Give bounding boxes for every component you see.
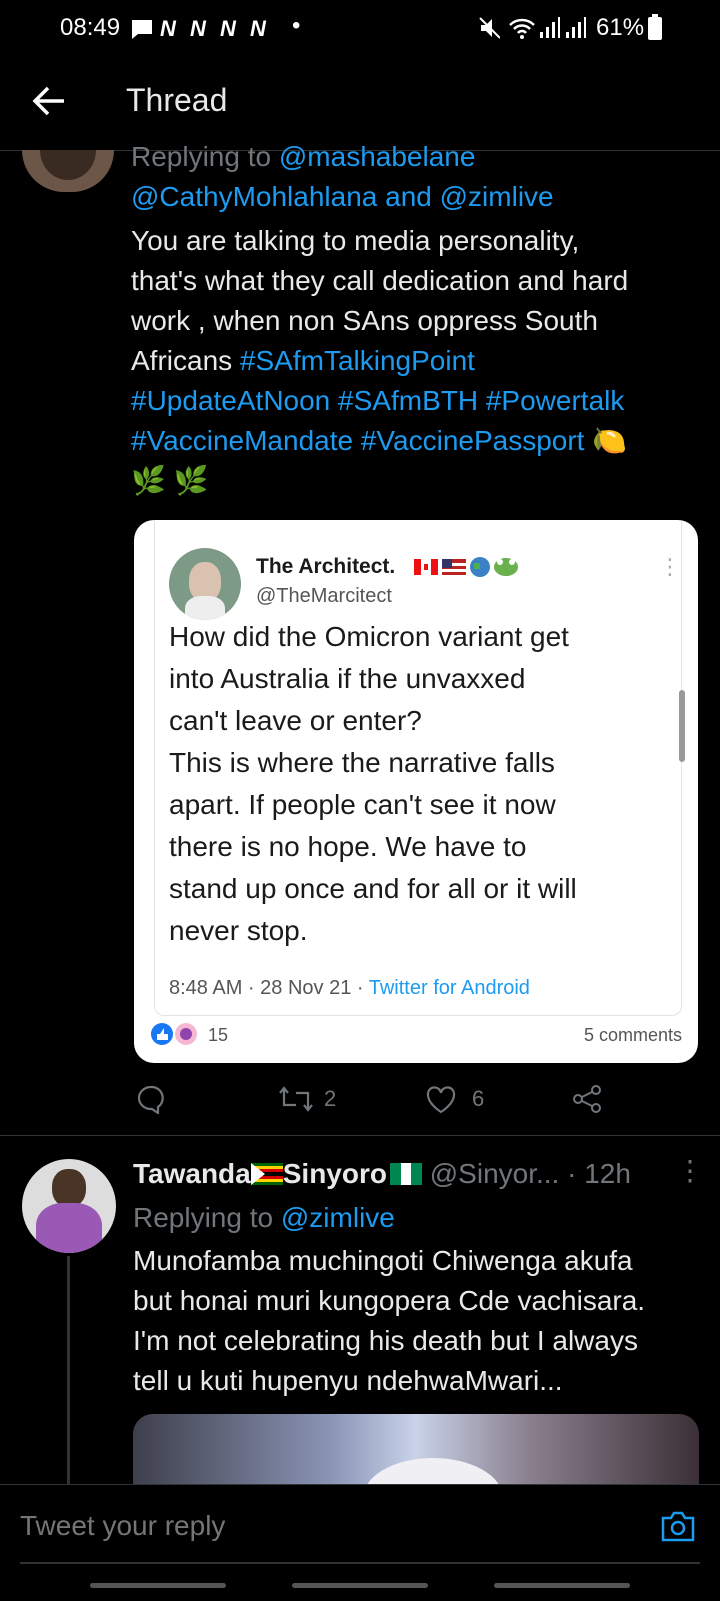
tweet-line-text: Africans [131, 345, 233, 376]
tweet-time: · 12h [567, 1158, 631, 1189]
author-handle[interactable]: @Sinyor... [430, 1158, 560, 1189]
share-icon[interactable] [572, 1084, 602, 1114]
embed-tweet-text: How did the Omicron variant get into Aus… [169, 616, 679, 952]
camera-icon[interactable] [660, 1509, 696, 1543]
avatar[interactable] [22, 1159, 116, 1253]
embed-line: into Australia if the unvaxxed [169, 663, 526, 694]
notification-icon: N [220, 16, 236, 41]
replying-to: Replying to @zimlive [133, 1198, 395, 1238]
mention-and[interactable]: and [385, 181, 432, 212]
tweet-text: You are talking to media personality, th… [131, 221, 701, 501]
tweet-author-line: Tawanda Sinyoro @Sinyor... · 12h [133, 1158, 631, 1190]
tweet-text: Munofamba muchingoti Chiwenga akufa but … [133, 1241, 703, 1401]
replying-to-label: Replying to [131, 141, 272, 172]
zimbabwe-flag-icon [250, 1163, 283, 1185]
mention-link[interactable]: @zimlive [440, 181, 554, 212]
author-name[interactable]: Tawanda [133, 1158, 251, 1189]
tweet-line: You are talking to media personality, [131, 225, 580, 256]
embed-line: stand up once and for all or it will [169, 873, 577, 904]
status-time: 08:49 [60, 14, 121, 41]
mention-link[interactable]: @mashabelane [279, 141, 476, 172]
message-icon [132, 20, 152, 39]
author-name-2[interactable]: Sinyoro [283, 1158, 387, 1189]
notification-icon: N [190, 16, 206, 41]
embed-avatar [169, 548, 241, 620]
thread-line [67, 1256, 70, 1484]
tweet-line: I'm not celebrating his death but I alwa… [133, 1325, 638, 1356]
notification-icon: N [250, 16, 266, 41]
retweet-icon[interactable] [278, 1085, 314, 1113]
mute-icon [479, 17, 500, 39]
back-arrow-icon[interactable] [32, 84, 66, 118]
reaction-icons [151, 1023, 197, 1045]
embed-line: never stop. [169, 915, 308, 946]
signal-icon [540, 17, 560, 38]
hashtag-link[interactable]: #UpdateAtNoon [131, 385, 330, 416]
notification-icon: N [160, 16, 176, 41]
reply-icon[interactable] [136, 1084, 166, 1114]
like-count: 6 [472, 1086, 485, 1111]
hashtag-link[interactable]: #SAfmBTH [338, 385, 478, 416]
embed-author-handle: @TheMarcitect [256, 585, 392, 607]
lemon-emoji: 🍋 [592, 425, 628, 456]
replying-to: Replying to @mashabelane [131, 137, 475, 177]
battery-percentage: 61% [596, 14, 645, 41]
flag-emoji-icons [414, 557, 518, 577]
reply-bar [0, 1484, 720, 1601]
input-underline [20, 1562, 700, 1564]
like-icon[interactable] [426, 1086, 456, 1114]
comment-count: 5 comments [583, 1025, 682, 1045]
replying-to-label: Replying to [133, 1202, 274, 1233]
embed-more-icon: ⋮ [659, 554, 681, 579]
tweet-image[interactable] [133, 1414, 699, 1484]
mention-link[interactable]: @CathyMohlahlana [131, 181, 377, 212]
tweet-line: 🌿 🌿 [131, 465, 209, 496]
nigeria-flag-icon [389, 1163, 422, 1185]
tweet-line: work , when non SAns oppress South [131, 305, 598, 336]
embed-line: apart. If people can't see it now [169, 789, 556, 820]
avatar[interactable] [22, 150, 114, 192]
tweet-line: that's what they call dedication and har… [131, 265, 629, 296]
embed-time: 8:48 AM · 28 Nov 21 · [169, 977, 364, 999]
signal-icon [566, 17, 586, 38]
embed-scrollbar [679, 690, 685, 762]
tweet-line: Munofamba muchingoti Chiwenga akufa [133, 1245, 633, 1276]
divider [0, 1135, 720, 1136]
replying-to-line2: @CathyMohlahlana and @zimlive [131, 177, 554, 217]
nav-gesture-bar [292, 1583, 428, 1588]
tweet-line: Africans #SAfmTalkingPoint [131, 341, 701, 381]
embedded-image-card[interactable]: The Architect. @TheMarcitect ⋮ How did t… [134, 520, 698, 1063]
embedded-tweet: The Architect. @TheMarcitect ⋮ How did t… [154, 520, 682, 1016]
embed-timestamp: 8:48 AM · 28 Nov 21 · Twitter for Androi… [169, 977, 530, 1000]
battery-icon [648, 14, 662, 40]
nav-gesture-bar [90, 1583, 226, 1588]
embed-line: This is where the narrative falls [169, 747, 555, 778]
status-bar: 08:49 N N N N • 61% [0, 0, 720, 56]
tweet-reply-input[interactable] [20, 1503, 620, 1549]
tweet-line: #VaccineMandate #VaccinePassport 🍋 [131, 421, 701, 461]
hashtag-link[interactable]: #Powertalk [486, 385, 625, 416]
tweet-line: #UpdateAtNoon #SAfmBTH #Powertalk [131, 381, 701, 421]
wifi-icon [509, 18, 535, 39]
reaction-count: 15 [208, 1025, 229, 1045]
tweet-line: but honai muri kungopera Cde vachisara. [133, 1285, 646, 1316]
embed-line: can't leave or enter? [169, 705, 422, 736]
more-options-icon[interactable]: ⋮ [676, 1154, 704, 1187]
retweet-count: 2 [324, 1086, 337, 1111]
embed-author-name: The Architect. [256, 555, 396, 578]
embed-line: How did the Omicron variant get [169, 621, 569, 652]
tweet-line: tell u kuti hupenyu ndehwaMwari... [133, 1365, 563, 1396]
nav-gesture-bar [494, 1583, 630, 1588]
hashtag-link[interactable]: #VaccineMandate [131, 425, 353, 456]
page-title: Thread [126, 82, 228, 118]
hashtag-link[interactable]: #VaccinePassport [361, 425, 585, 456]
embed-source: Twitter for Android [368, 977, 530, 999]
mention-link[interactable]: @zimlive [281, 1202, 395, 1233]
more-notifications-dot: • [292, 12, 301, 39]
hashtag-link[interactable]: #SAfmTalkingPoint [240, 345, 475, 376]
embed-line: there is no hope. We have to [169, 831, 527, 862]
